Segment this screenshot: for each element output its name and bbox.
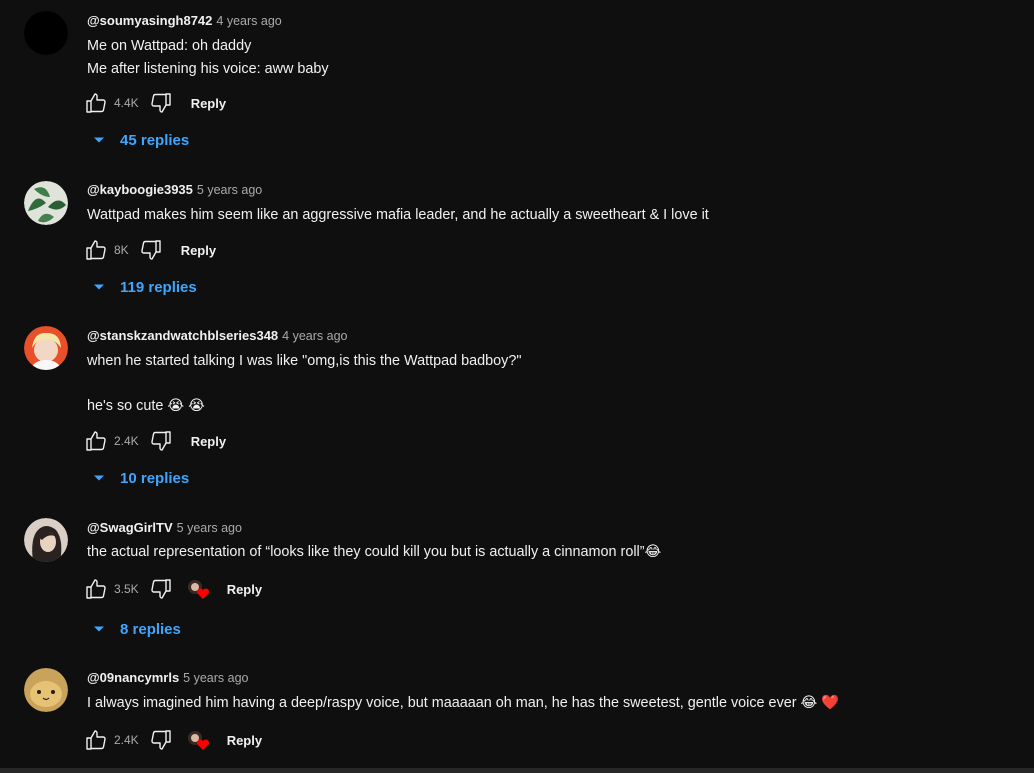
comment-author[interactable]: @soumyasingh8742 <box>87 13 212 28</box>
comment-text: Me on Wattpad: oh daddy <box>87 38 252 54</box>
dislike-button[interactable] <box>149 728 173 752</box>
reply-button[interactable]: Reply <box>191 434 226 449</box>
thumbs-down-icon <box>150 730 171 750</box>
comment-text: I always imagined him having a deep/rasp… <box>87 695 840 711</box>
like-button[interactable] <box>84 91 108 115</box>
comment-timestamp[interactable]: 5 years ago <box>197 183 262 197</box>
avatar[interactable] <box>24 11 68 55</box>
comment-author[interactable]: @SwagGirlTV <box>87 520 173 535</box>
like-count: 2.4K <box>114 733 139 747</box>
comment-actions: 4.4K Reply <box>84 91 226 115</box>
avatar[interactable] <box>24 518 68 562</box>
comment-actions: 3.5K Reply <box>84 577 262 601</box>
comment-author[interactable]: @stanskzandwatchblseries348 <box>87 328 278 343</box>
thumbs-down-icon <box>150 431 171 451</box>
caret-down-icon <box>94 475 104 481</box>
blond-person-avatar-icon <box>24 326 68 370</box>
replies-count-label: 10 replies <box>120 469 190 487</box>
dislike-button[interactable] <box>149 91 173 115</box>
dislike-button[interactable] <box>149 429 173 453</box>
comment-text: Wattpad makes him seem like an aggressiv… <box>87 207 709 223</box>
comment-actions: 2.4K Reply <box>84 728 262 752</box>
view-replies-button[interactable]: 119 replies <box>92 276 197 298</box>
reply-button[interactable]: Reply <box>227 582 262 597</box>
comment-header: @kayboogie3935 5 years ago <box>87 181 262 199</box>
caret-down-icon <box>94 626 104 632</box>
comment-text: he's so cute 😭 😭 <box>87 398 205 414</box>
thumbs-down-icon <box>150 93 171 113</box>
like-button[interactable] <box>84 577 108 601</box>
comment-timestamp[interactable]: 5 years ago <box>183 671 248 685</box>
comment-timestamp[interactable]: 4 years ago <box>216 14 281 28</box>
creator-heart-badge <box>185 728 211 752</box>
view-replies-button[interactable]: 8 replies <box>92 618 181 640</box>
like-button[interactable] <box>84 429 108 453</box>
thumbs-down-icon <box>140 240 161 260</box>
caret-down-icon <box>94 284 104 290</box>
view-replies-button[interactable]: 45 replies <box>92 129 189 151</box>
comment-timestamp[interactable]: 5 years ago <box>177 521 242 535</box>
thumbs-up-icon <box>86 730 106 750</box>
thumbs-down-icon <box>150 579 171 599</box>
reply-button[interactable]: Reply <box>227 733 262 748</box>
like-button[interactable] <box>84 728 108 752</box>
like-count: 3.5K <box>114 582 139 596</box>
avatar[interactable] <box>24 668 68 712</box>
dislike-button[interactable] <box>149 577 173 601</box>
avatar[interactable] <box>24 181 68 225</box>
comment-header: @SwagGirlTV 5 years ago <box>87 519 242 537</box>
black-circle-avatar-icon <box>24 11 68 55</box>
creator-heart-icon <box>187 731 209 750</box>
comment-header: @stanskzandwatchblseries348 4 years ago <box>87 327 347 345</box>
thumbs-up-icon <box>86 93 106 113</box>
replies-count-label: 45 replies <box>120 131 190 149</box>
thumbs-up-icon <box>86 579 106 599</box>
caret-down-icon <box>94 137 104 143</box>
like-button[interactable] <box>84 238 108 262</box>
comment-actions: 8K Reply <box>84 238 216 262</box>
dislike-button[interactable] <box>139 238 163 262</box>
comment-text: the actual representation of “looks like… <box>87 544 662 560</box>
comment-text: when he started talking I was like "omg,… <box>87 353 522 369</box>
green-plant-avatar-icon <box>24 181 68 225</box>
comment-author[interactable]: @09nancymrls <box>87 670 179 685</box>
thumbs-up-icon <box>86 240 106 260</box>
bottom-edge-bar <box>0 768 1034 773</box>
dark-hair-person-avatar-icon <box>24 518 68 562</box>
view-replies-button[interactable]: 10 replies <box>92 467 189 489</box>
avatar[interactable] <box>24 326 68 370</box>
comment-author[interactable]: @kayboogie3935 <box>87 182 193 197</box>
replies-count-label: 119 replies <box>120 278 197 296</box>
creator-heart-badge <box>185 577 211 601</box>
comment-actions: 2.4K Reply <box>84 429 226 453</box>
reply-button[interactable]: Reply <box>181 243 216 258</box>
creator-heart-icon <box>187 580 209 599</box>
replies-count-label: 8 replies <box>120 620 181 638</box>
comment-header: @soumyasingh8742 4 years ago <box>87 12 282 30</box>
like-count: 2.4K <box>114 434 139 448</box>
like-count: 4.4K <box>114 96 139 110</box>
comment-text: Me after listening his voice: aww baby <box>87 61 329 77</box>
comment-header: @09nancymrls 5 years ago <box>87 669 249 687</box>
like-count: 8K <box>114 243 129 257</box>
pikachu-avatar-icon <box>24 668 68 712</box>
thumbs-up-icon <box>86 431 106 451</box>
reply-button[interactable]: Reply <box>191 96 226 111</box>
comment-timestamp[interactable]: 4 years ago <box>282 329 347 343</box>
